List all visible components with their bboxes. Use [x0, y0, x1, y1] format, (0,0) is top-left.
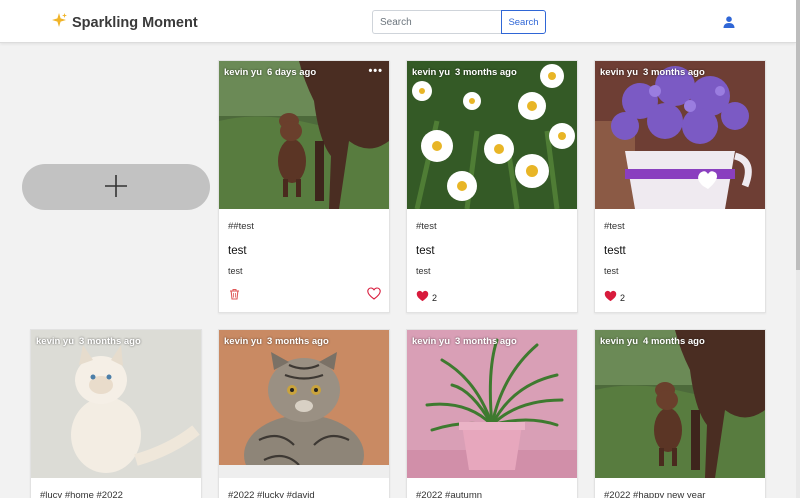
navbar: Sparkling Moment Search: [0, 0, 796, 43]
post-tags: #2022 #lucky #david: [228, 490, 315, 498]
post-time: 3 months ago: [79, 336, 141, 347]
like-button[interactable]: 2: [416, 289, 437, 307]
post-card[interactable]: kevin yu 4 months ago #2022 #happy new ye…: [594, 329, 766, 498]
post-card[interactable]: kevin yu 3 months ago #2022 #autumn: [406, 329, 578, 498]
post-tags: ##test: [228, 221, 254, 232]
search-input[interactable]: [372, 10, 502, 34]
post-image[interactable]: [595, 61, 765, 209]
add-post-button[interactable]: [22, 164, 210, 210]
post-tags: #2022 #happy new year: [604, 490, 706, 498]
like-button[interactable]: 2: [604, 289, 625, 307]
post-author: kevin yu: [412, 67, 451, 78]
post-description: test: [416, 266, 431, 276]
post-time: 3 months ago: [455, 336, 517, 347]
scrollbar-thumb[interactable]: [796, 0, 800, 270]
post-author: kevin yu: [36, 336, 75, 347]
post-meta: kevin yu 3 months ago: [600, 67, 705, 78]
post-meta: kevin yu 6 days ago: [224, 67, 316, 78]
heart-outline-icon[interactable]: [367, 287, 381, 305]
post-author: kevin yu: [224, 336, 263, 347]
post-description: test: [228, 266, 243, 276]
post-image[interactable]: [31, 330, 201, 478]
more-icon[interactable]: •••: [368, 65, 383, 77]
like-count: 2: [432, 293, 438, 303]
post-image[interactable]: [219, 330, 389, 478]
heart-filled-icon: [416, 289, 429, 307]
post-tags: #test: [604, 221, 625, 232]
post-time: 4 months ago: [643, 336, 705, 347]
post-title: testt: [604, 245, 626, 257]
post-title: test: [416, 245, 435, 257]
post-image[interactable]: [595, 330, 765, 478]
like-count: 2: [620, 293, 626, 303]
post-author: kevin yu: [600, 67, 639, 78]
user-icon[interactable]: [722, 15, 736, 29]
post-meta: kevin yu 3 months ago: [36, 336, 141, 347]
post-description: test: [604, 266, 619, 276]
post-meta: kevin yu 4 months ago: [600, 336, 705, 347]
post-author: kevin yu: [224, 67, 263, 78]
post-meta: kevin yu 3 months ago: [224, 336, 329, 347]
post-author: kevin yu: [600, 336, 639, 347]
post-image[interactable]: [407, 61, 577, 209]
plus-icon: [103, 173, 129, 202]
post-time: 6 days ago: [267, 67, 317, 78]
post-author: kevin yu: [412, 336, 451, 347]
post-card[interactable]: kevin yu 6 days ago ••• ##test test test: [218, 60, 390, 313]
post-title: test: [228, 245, 247, 257]
post-card[interactable]: kevin yu 3 months ago #test test test 2: [406, 60, 578, 313]
post-image[interactable]: [407, 330, 577, 478]
heart-filled-icon: [604, 289, 617, 307]
post-card[interactable]: kevin yu 3 months ago #test testt test 2: [594, 60, 766, 313]
post-meta: kevin yu 3 months ago: [412, 336, 517, 347]
post-tags: #2022 #autumn: [416, 490, 483, 498]
trash-icon[interactable]: [229, 287, 240, 305]
post-image[interactable]: [219, 61, 389, 209]
post-tags: #test: [416, 221, 437, 232]
post-tags: #lucy #home #2022: [40, 490, 123, 498]
search-button[interactable]: Search: [501, 10, 546, 34]
post-time: 3 months ago: [267, 336, 329, 347]
post-meta: kevin yu 3 months ago: [412, 67, 517, 78]
brand[interactable]: Sparkling Moment: [51, 12, 198, 34]
post-card[interactable]: kevin yu 3 months ago #lucy #home #2022: [30, 329, 202, 498]
post-card[interactable]: kevin yu 3 months ago #2022 #lucky #david: [218, 329, 390, 498]
app-title: Sparkling Moment: [72, 15, 198, 31]
post-time: 3 months ago: [455, 67, 517, 78]
sparkle-icon: [51, 12, 68, 34]
post-time: 3 months ago: [643, 67, 705, 78]
